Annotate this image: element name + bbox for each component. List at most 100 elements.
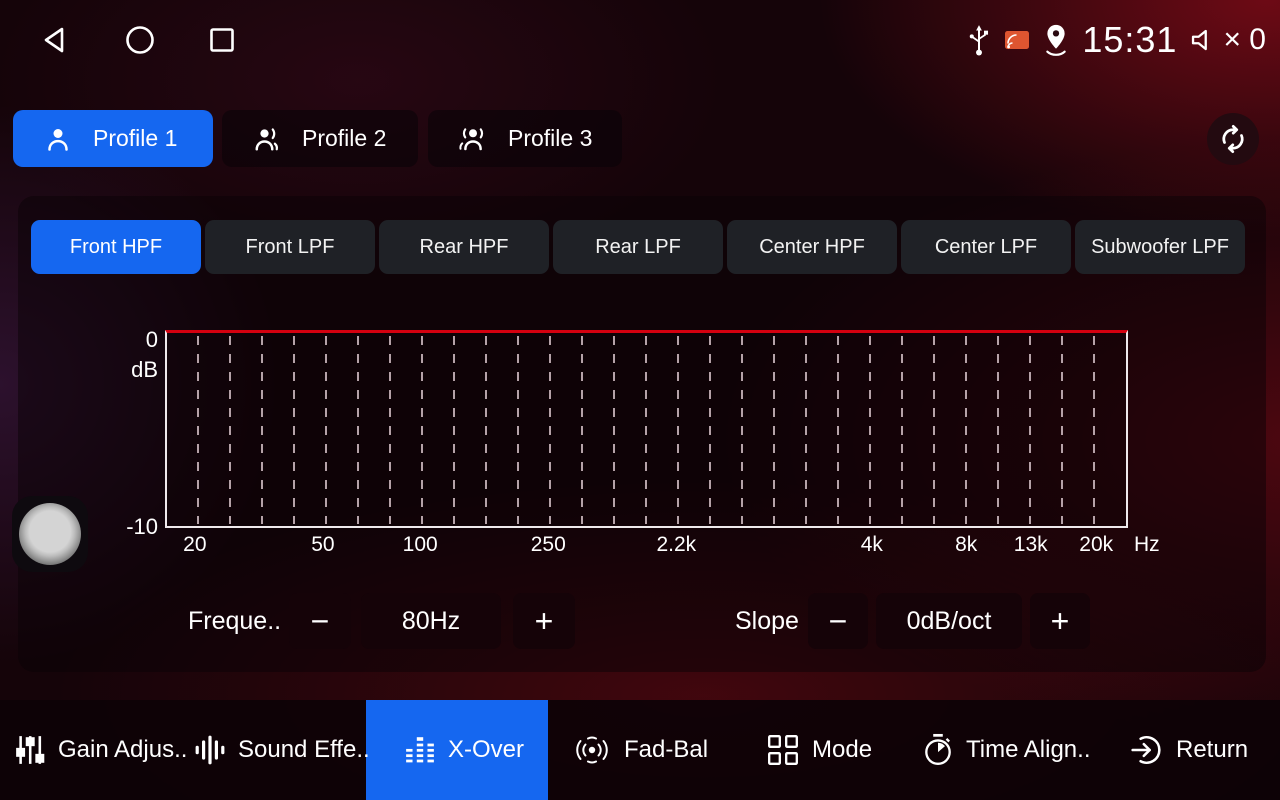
return-icon [1130, 733, 1164, 767]
y-axis-tick-0: 0 [120, 327, 158, 353]
tab-rear-hpf[interactable]: Rear HPF [379, 220, 549, 274]
home-button[interactable] [118, 18, 162, 62]
nav-time-align[interactable]: Time Align.. [922, 700, 1091, 800]
nav-label: Time Align.. [966, 736, 1091, 764]
sound-effects-icon [194, 734, 226, 766]
time-align-icon [922, 733, 954, 767]
x-axis-tick-labels: 20501002502.2k4k8k13k20k [165, 533, 1128, 559]
slope-plus-button[interactable]: + [1030, 593, 1090, 649]
x-axis-tick-label: 8k [955, 533, 977, 557]
tab-center-hpf[interactable]: Center HPF [727, 220, 897, 274]
floating-knob-button[interactable] [12, 496, 88, 572]
user-icon [43, 124, 73, 154]
tab-label: Center LPF [935, 236, 1037, 259]
volume-indicator: × 0 [1189, 23, 1266, 57]
tab-subwoofer-lpf[interactable]: Subwoofer LPF [1075, 220, 1245, 274]
knob-circle [19, 503, 81, 565]
xover-screen: 15:31 × 0 Profile 1 Profile 2 Profile 3 [0, 0, 1280, 800]
nav-label: X-Over [448, 736, 524, 764]
chart-gridline [453, 336, 455, 524]
profile-2-button[interactable]: Profile 2 [222, 110, 418, 167]
profile-label: Profile 2 [302, 125, 386, 152]
nav-fad-bal[interactable]: Fad-Bal [572, 700, 708, 800]
recents-button[interactable] [200, 18, 244, 62]
chart-gridline [1029, 336, 1031, 524]
refresh-icon [1218, 124, 1248, 154]
chart-gridline [677, 336, 679, 524]
nav-xover[interactable]: X-Over [404, 700, 524, 800]
tab-rear-lpf[interactable]: Rear LPF [553, 220, 723, 274]
location-icon [1042, 23, 1070, 57]
back-button[interactable] [33, 18, 77, 62]
chart-gridline [357, 336, 359, 524]
x-axis-tick-label: 50 [311, 533, 334, 557]
chart-gridline [485, 336, 487, 524]
bottom-nav-bar: Gain Adjus.. Sound Effe.. [0, 700, 1280, 800]
x-axis-tick-label: 100 [403, 533, 438, 557]
chart-gridline [421, 336, 423, 524]
profile-label: Profile 1 [93, 125, 177, 152]
tab-front-hpf[interactable]: Front HPF [31, 220, 201, 274]
chart-gridline [773, 336, 775, 524]
chart-gridline [197, 336, 199, 524]
nav-gain-adjust[interactable]: Gain Adjus.. [14, 700, 187, 800]
frequency-label: Freque.. [188, 593, 281, 649]
chart-gridline [229, 336, 231, 524]
chart-gridline [1061, 336, 1063, 524]
chart-gridline [517, 336, 519, 524]
back-icon [37, 22, 73, 58]
chart-gridline [997, 336, 999, 524]
chart-gridline [965, 336, 967, 524]
gain-adjust-icon [14, 734, 46, 766]
chart-gridline [549, 336, 551, 524]
chart-gridline [837, 336, 839, 524]
home-icon [122, 22, 158, 58]
status-bar: 15:31 × 0 [966, 14, 1266, 66]
frequency-value: 80Hz [361, 593, 501, 649]
nav-return[interactable]: Return [1130, 700, 1248, 800]
user-voice-icon [252, 124, 282, 154]
frequency-plus-button[interactable]: + [513, 593, 575, 649]
profile-3-button[interactable]: Profile 3 [428, 110, 622, 167]
chart-gridline [1093, 336, 1095, 524]
frequency-minus-button[interactable]: − [289, 593, 351, 649]
frequency-response-chart [165, 330, 1128, 528]
profile-label: Profile 3 [508, 125, 592, 152]
chart-gridline [389, 336, 391, 524]
slope-minus-button[interactable]: − [808, 593, 868, 649]
nav-label: Gain Adjus.. [58, 736, 187, 764]
chart-gridline [261, 336, 263, 524]
tab-center-lpf[interactable]: Center LPF [901, 220, 1071, 274]
user-voice-both-icon [458, 124, 488, 154]
chart-gridline [805, 336, 807, 524]
nav-label: Sound Effe.. [238, 736, 370, 764]
x-axis-tick-label: 13k [1014, 533, 1048, 557]
nav-label: Return [1176, 736, 1248, 764]
slope-value: 0dB/oct [876, 593, 1022, 649]
chart-gridline [901, 336, 903, 524]
chart-gridline [645, 336, 647, 524]
chart-gridline [613, 336, 615, 524]
refresh-button[interactable] [1207, 113, 1259, 165]
cast-icon [1004, 29, 1030, 51]
tab-front-lpf[interactable]: Front LPF [205, 220, 375, 274]
y-axis-tick-minus10: -10 [116, 514, 158, 540]
nav-label: Mode [812, 736, 872, 764]
chart-gridline [581, 336, 583, 524]
usb-icon [966, 23, 992, 57]
x-axis-tick-label: 250 [531, 533, 566, 557]
chart-gridline [709, 336, 711, 524]
profile-1-button[interactable]: Profile 1 [13, 110, 213, 167]
chart-gridline [869, 336, 871, 524]
mode-icon [766, 733, 800, 767]
x-axis-tick-label: 20 [183, 533, 206, 557]
nav-sound-effects[interactable]: Sound Effe.. [194, 700, 370, 800]
xover-eq-icon [404, 734, 436, 766]
chart-gridline [933, 336, 935, 524]
nav-mode[interactable]: Mode [766, 700, 872, 800]
x-axis-tick-label: 20k [1079, 533, 1113, 557]
chart-gridline [741, 336, 743, 524]
x-axis-tick-label: 4k [861, 533, 883, 557]
tab-label: Subwoofer LPF [1091, 236, 1229, 259]
tab-label: Rear HPF [420, 236, 509, 259]
